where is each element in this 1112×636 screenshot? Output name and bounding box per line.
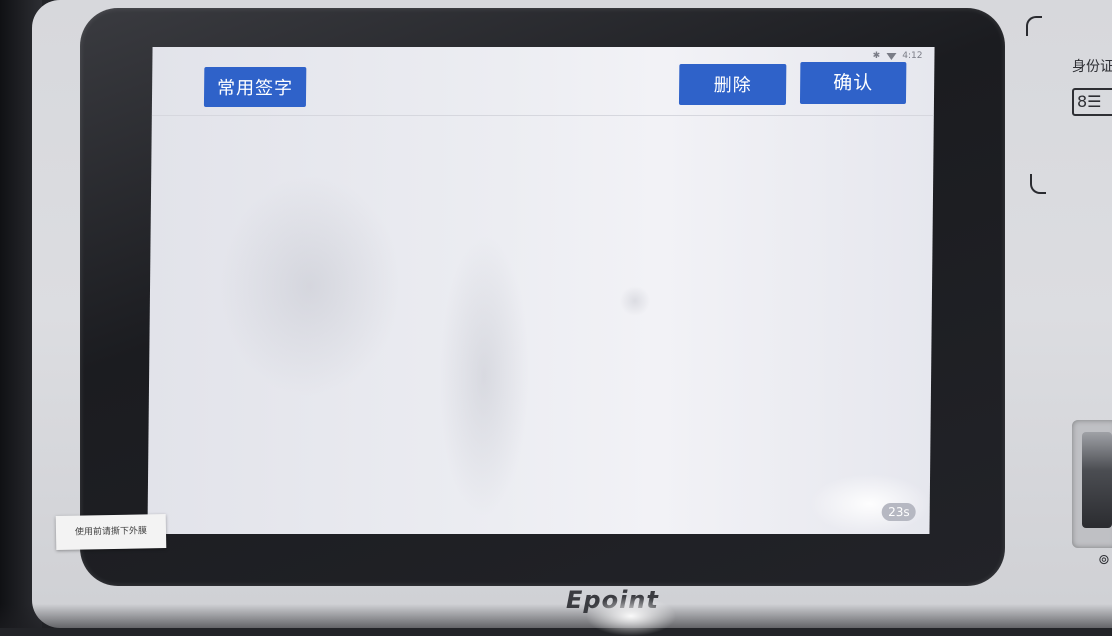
status-bar: ✱ 4:12 [873, 49, 923, 63]
screen-smudge [437, 236, 531, 516]
delete-button[interactable]: 删除 [678, 64, 787, 105]
id-card-icon: 8☰ [1072, 88, 1112, 116]
fingerprint-slot [1082, 432, 1112, 528]
protective-film-sticker: 使用前请撕下外膜 [55, 514, 167, 550]
bluetooth-icon: ✱ [872, 51, 881, 61]
bottom-shadow [0, 604, 1112, 628]
screen-smudge [619, 286, 651, 316]
status-time: 4:12 [902, 51, 923, 61]
confirm-button[interactable]: 确认 [799, 62, 907, 104]
common-signature-button[interactable]: 常用签字 [203, 67, 307, 107]
fingerprint-icon: ⊚ [1098, 552, 1110, 568]
id-card-label: 身份证 [1072, 59, 1112, 75]
screen-smudge [218, 176, 402, 396]
wifi-icon [886, 52, 897, 60]
signature-screen: ✱ 4:12 常用签字 删除 确认 23s [147, 47, 935, 534]
countdown-badge: 23s [882, 503, 916, 521]
scanner-bracket-bottom [1030, 174, 1046, 194]
scanner-bracket-top [1026, 16, 1042, 36]
fingerprint-reader [1072, 420, 1112, 548]
paper-glare [586, 596, 676, 636]
signature-canvas[interactable]: 23s [147, 116, 933, 534]
